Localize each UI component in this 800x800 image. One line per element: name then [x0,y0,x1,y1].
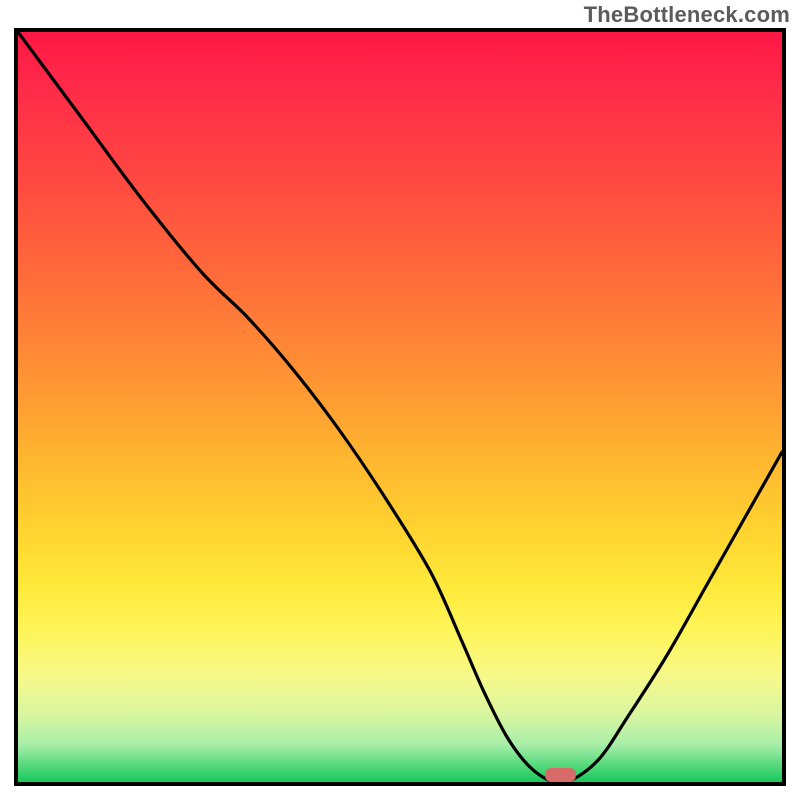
bottleneck-curve [18,32,782,782]
optimal-marker [545,768,576,782]
plot-area [14,28,786,786]
attribution-label: TheBottleneck.com [584,2,790,28]
curve-line [18,32,782,782]
chart-container: TheBottleneck.com [0,0,800,800]
